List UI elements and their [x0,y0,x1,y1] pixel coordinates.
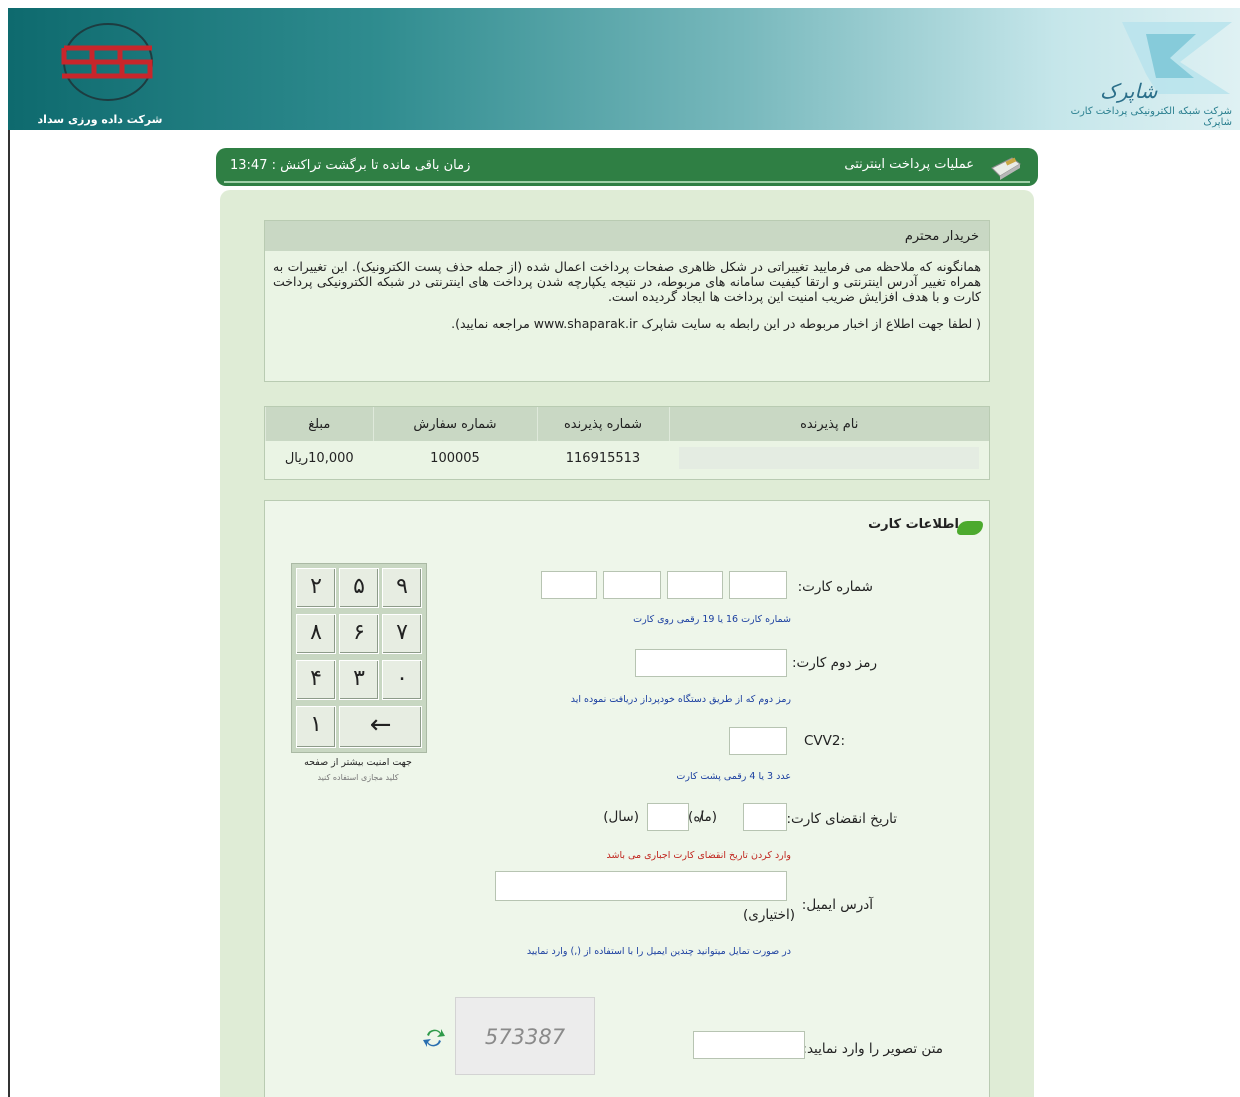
cvv2-label: :CVV2 [803,733,845,749]
card-number-part1-input[interactable] [541,571,597,599]
pin2-hint: رمز دوم که از طریق دستگاه خودپرداز دریاف… [570,694,791,705]
column-merchant-name: نام پذیرنده [668,407,989,441]
email-optional-note: (اختیاری) [743,907,795,923]
expiry-month-input[interactable] [743,803,787,831]
transaction-timer: زمان باقی مانده تا برگشت تراکنش : 13:47 [230,158,470,173]
expiry-separator: / [699,809,704,825]
card-info-icon [957,521,983,535]
pin2-input[interactable] [635,649,787,677]
page-title: عملیات پرداخت اینترنتی [844,157,974,172]
column-amount: مبلغ [265,407,373,441]
captcha-label: متن تصویر را وارد نمایید: [802,1041,943,1057]
pin2-label: رمز دوم کارت: [792,655,877,671]
notice-heading: خریدار محترم [265,221,989,251]
merchant-number-cell: 116915513 [565,450,641,466]
keypad-key-0[interactable]: ۰ [382,660,422,700]
keypad-key-4[interactable]: ۴ [296,660,336,700]
expiry-year-input[interactable] [647,803,689,831]
card-number-hint: شماره کارت 16 یا 19 رقمی روی کارت [633,614,791,625]
keypad-security-note-2: کلید مجازی استفاده کنید [317,773,399,782]
payment-topbar: زمان باقی مانده تا برگشت تراکنش : 13:47 … [216,148,1038,186]
keypad-key-7[interactable]: ۷ [382,614,422,654]
keypad-security-note: جهت امنیت بیشتر از صفحه [304,757,412,768]
virtual-keypad: ۲ ۵ ۹ ۸ ۶ ۷ ۴ ۳ ۰ ۱ ← [291,563,427,753]
column-merchant-number: شماره پذیرنده [536,407,669,441]
captcha-image: 573387 [455,997,595,1075]
cvv2-hint: عدد 3 یا 4 رقمی پشت کارت [676,771,791,782]
keypad-backspace-key[interactable]: ← [339,706,422,748]
topbar-underline [224,181,1030,183]
refresh-captcha-icon[interactable] [423,1025,445,1051]
expiry-label: تاریخ انقضای کارت: [786,811,898,827]
card-number-part4-input[interactable] [729,571,787,599]
card-info-title: اطلاعات کارت [868,517,959,532]
card-number-part2-input[interactable] [603,571,661,599]
order-number-cell: 100005 [430,450,480,466]
timer-label: زمان باقی مانده تا برگشت تراکنش : [271,158,471,173]
card-number-label: شماره کارت: [797,579,873,595]
merchant-table: نام پذیرنده شماره پذیرنده شماره سفارش مب… [264,406,990,480]
sadad-company-name: شرکت داده ورزی سداد [37,113,163,126]
amount-cell: 10,000ریال [284,450,354,466]
shaparak-mark-text: شاپرک [1100,79,1158,103]
header-banner: شرکت داده ورزی سداد شاپرک شرکت شبکه الکت… [8,8,1240,130]
keypad-key-9[interactable]: ۹ [382,568,422,608]
main-panel: خریدار محترم همانگونه که ملاحظه می فرمای… [220,190,1034,1097]
cvv2-input[interactable] [729,727,787,755]
card-info-box: اطلاعات کارت شماره کارت: شماره کارت 16 ی… [264,500,990,1097]
captcha-input[interactable] [693,1031,805,1059]
merchant-header-row: نام پذیرنده شماره پذیرنده شماره سفارش مب… [265,407,989,441]
shaparak-company-name: شرکت شبکه الکترونیکی پرداخت کارت شاپرک [1070,106,1232,128]
column-order-number: شماره سفارش [372,407,537,441]
keypad-key-6[interactable]: ۶ [339,614,379,654]
expiry-year-label: (سال) [603,809,639,825]
notice-footer: ( لطفا جهت اطلاع از اخبار مربوطه در این … [451,316,981,331]
keypad-key-3[interactable]: ۳ [339,660,379,700]
card-number-part3-input[interactable] [667,571,723,599]
notice-text: همانگونه که ملاحظه می فرمایید تغییراتی د… [273,259,981,304]
merchant-name-cell [669,441,989,475]
page-left-border [8,130,10,1097]
card-reader-icon [991,157,1021,180]
keypad-key-1[interactable]: ۱ [296,706,336,748]
email-input[interactable] [495,871,787,901]
email-label: آدرس ایمیل: [801,897,873,913]
merchant-data-row: 116915513 100005 10,000ریال [266,441,990,475]
keypad-key-5[interactable]: ۵ [339,568,379,608]
expiry-hint: وارد کردن تاریخ انقضای کارت اجباری می با… [606,850,791,861]
sadad-logo-icon [61,23,153,101]
keypad-key-8[interactable]: ۸ [296,614,336,654]
timer-value: 13:47 [230,158,268,173]
keypad-key-2[interactable]: ۲ [296,568,336,608]
email-hint: در صورت تمایل میتوانید چندین ایمیل را با… [526,946,791,957]
notice-box: خریدار محترم همانگونه که ملاحظه می فرمای… [264,220,990,382]
